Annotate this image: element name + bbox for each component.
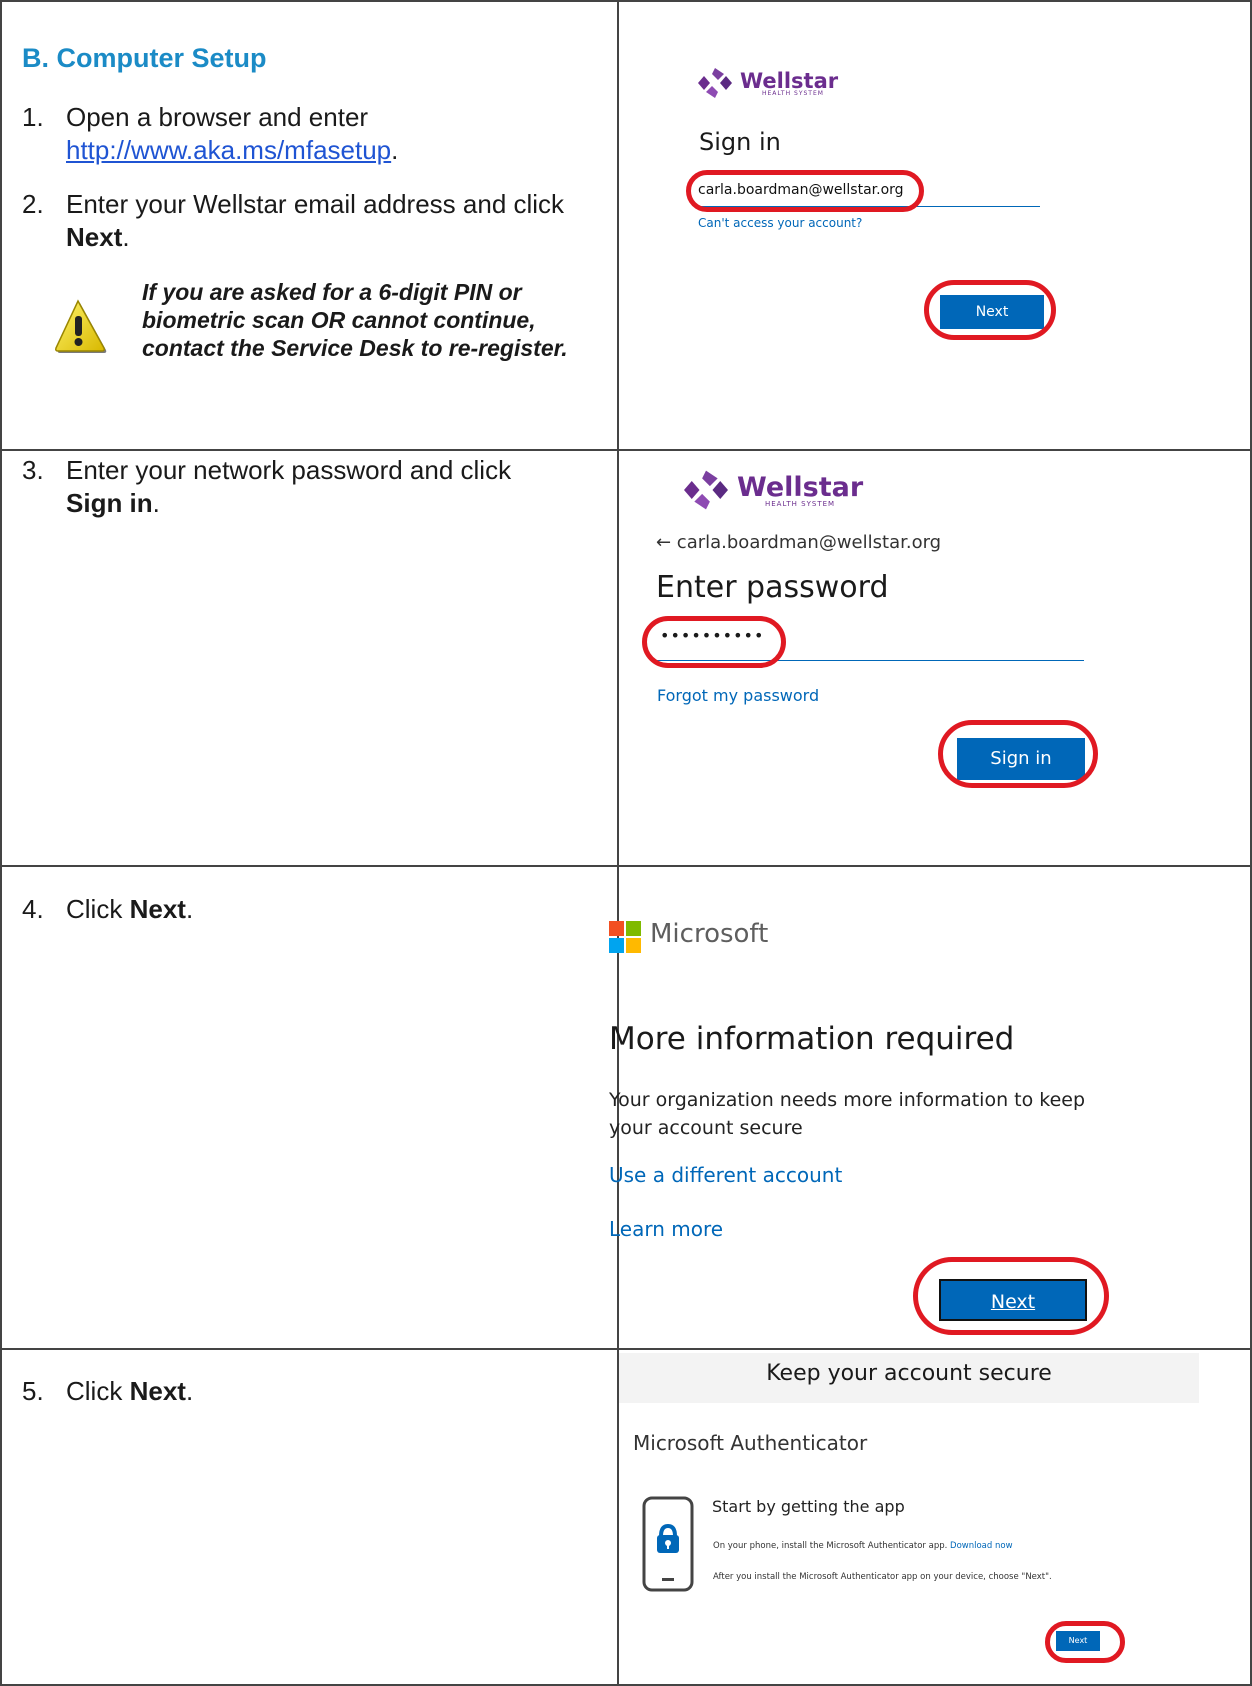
highlight-ring (913, 1257, 1109, 1335)
step-5: 5. Click Next. (22, 1375, 602, 1415)
step-punct: . (122, 222, 130, 252)
table-border-top (0, 0, 1252, 2)
highlight-ring (924, 280, 1056, 340)
after-install-line: After you install the Microsoft Authenti… (713, 1572, 1052, 1582)
microsoft-logo-icon (609, 921, 641, 957)
step-number: 4. (22, 894, 44, 924)
step-punct: . (152, 488, 160, 518)
highlight-ring (1045, 1621, 1125, 1663)
wellstar-logo-icon (684, 470, 728, 510)
step-bold: Sign in (66, 488, 153, 518)
more-info-title: More information required (609, 1021, 1015, 1057)
step-3: 3. Enter your network password and click… (22, 454, 602, 524)
row-divider-2 (0, 865, 1252, 867)
highlight-ring (938, 720, 1098, 788)
row-divider-1 (0, 449, 1252, 451)
install-text: On your phone, install the Microsoft Aut… (713, 1541, 948, 1551)
table-divider-vertical (617, 0, 619, 1686)
instruction-table: B. Computer Setup 1. Open a browser and … (0, 0, 1252, 1686)
step-text: Click (66, 894, 123, 924)
warning-icon (52, 298, 108, 359)
step-text: Enter your network password and click (66, 455, 512, 485)
authenticator-title: Microsoft Authenticator (633, 1431, 868, 1455)
highlight-ring (642, 616, 786, 668)
more-info-body: Your organization needs more information… (609, 1089, 1086, 1139)
step-bold: Next (129, 1376, 186, 1406)
row-divider-3 (0, 1348, 1252, 1350)
download-now-link[interactable]: Download now (950, 1541, 1013, 1551)
secure-header: Keep your account secure (766, 1361, 1052, 1386)
different-account-link[interactable]: Use a different account (609, 1163, 842, 1187)
wellstar-wordmark: Wellstar (737, 472, 864, 503)
step-number: 1. (22, 102, 44, 132)
forgot-password-link[interactable]: Forgot my password (657, 686, 819, 705)
step-text: Enter your Wellstar email address and cl… (66, 189, 565, 219)
microsoft-brand: Microsoft (650, 919, 769, 949)
step-bold: Next (66, 222, 123, 252)
step-number: 5. (22, 1376, 44, 1406)
table-border-left (0, 0, 2, 1686)
install-line: On your phone, install the Microsoft Aut… (713, 1541, 1013, 1551)
wellstar-logo-icon (698, 68, 732, 98)
learn-more-link[interactable]: Learn more (609, 1217, 723, 1241)
start-app-text: Start by getting the app (712, 1497, 905, 1516)
step-text: Click (66, 1376, 123, 1406)
step-punct: . (391, 135, 399, 165)
step-punct: . (185, 1376, 194, 1406)
signin-title: Sign in (699, 128, 781, 156)
step-4: 4. Click Next. (22, 893, 602, 933)
step-punct: . (185, 894, 194, 924)
password-title: Enter password (656, 570, 889, 605)
cant-access-link[interactable]: Can't access your account? (698, 216, 862, 230)
step-text: Open a browser and enter (66, 102, 369, 132)
highlight-ring (686, 170, 924, 212)
step-number: 2. (22, 189, 44, 219)
step-2: 2. Enter your Wellstar email address and… (22, 188, 602, 258)
mfasetup-link[interactable]: http://www.aka.ms/mfasetup (66, 135, 391, 165)
step-1: 1. Open a browser and enter http://www.a… (22, 101, 602, 171)
warning-text: If you are asked for a 6-digit PIN or bi… (142, 279, 568, 361)
step-bold: Next (129, 894, 186, 924)
step-number: 3. (22, 455, 44, 485)
section-heading: B. Computer Setup (22, 43, 267, 73)
phone-lock-icon (642, 1496, 694, 1596)
back-email[interactable]: ← carla.boardman@wellstar.org (656, 532, 941, 553)
